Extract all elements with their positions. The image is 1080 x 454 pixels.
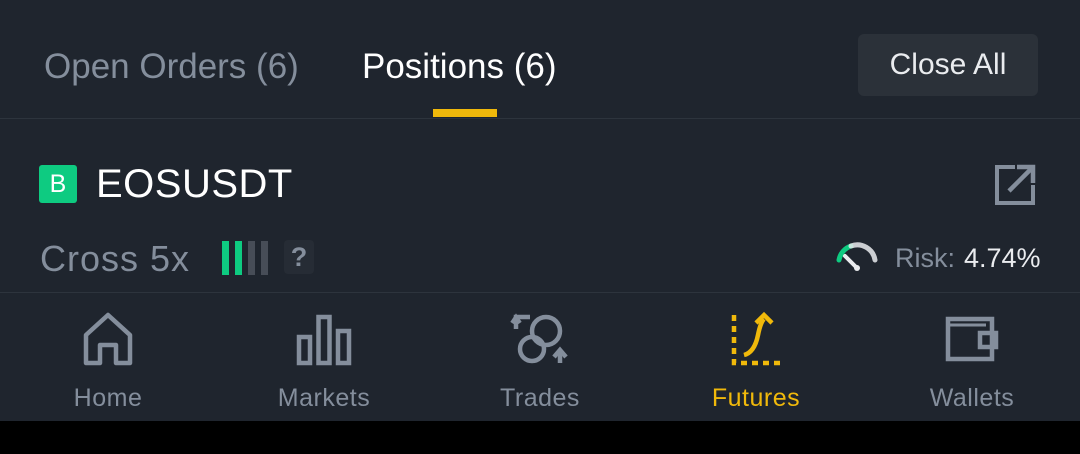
nav-label: Markets bbox=[277, 384, 371, 412]
share-icon[interactable] bbox=[992, 162, 1038, 208]
home-icon bbox=[83, 312, 133, 366]
help-icon[interactable]: ? bbox=[284, 240, 314, 274]
wallet-icon bbox=[945, 316, 999, 362]
exchange-icon bbox=[510, 313, 568, 364]
nav-item-trades[interactable]: Trades bbox=[432, 293, 648, 421]
tab-open-orders[interactable]: Open Orders (6) bbox=[44, 44, 299, 90]
gauge-icon bbox=[836, 242, 878, 271]
nav-item-markets[interactable]: Markets bbox=[216, 293, 432, 421]
leverage-bar bbox=[222, 241, 229, 275]
leverage-bar bbox=[248, 241, 255, 275]
bar-chart-icon bbox=[296, 314, 352, 366]
leverage-bars-icon bbox=[222, 241, 272, 275]
tab-positions[interactable]: Positions (6) bbox=[362, 44, 557, 90]
nav-label: Wallets bbox=[929, 384, 1015, 412]
leverage-bar bbox=[235, 241, 242, 275]
nav-label: Trades bbox=[500, 384, 580, 412]
bottom-nav: Home Markets Trades Futures Wallets bbox=[0, 293, 1080, 421]
nav-label: Home bbox=[73, 384, 143, 412]
close-all-button[interactable]: Close All bbox=[858, 34, 1038, 96]
margin-mode-leverage[interactable]: Cross 5x bbox=[40, 236, 190, 282]
tabs-divider bbox=[0, 118, 1080, 119]
position-symbol[interactable]: EOSUSDT bbox=[96, 158, 293, 210]
risk-label: Risk: bbox=[895, 243, 955, 273]
buy-side-badge: B bbox=[39, 165, 77, 203]
futures-icon bbox=[731, 311, 780, 366]
active-tab-indicator bbox=[433, 109, 497, 117]
risk-value: 4.74% bbox=[964, 243, 1041, 273]
futures-app-screen: Open Orders (6) Positions (6) Close All … bbox=[0, 0, 1080, 421]
orders-tab-bar: Open Orders (6) Positions (6) Close All bbox=[0, 0, 1080, 118]
nav-item-futures[interactable]: Futures bbox=[648, 293, 864, 421]
nav-item-wallets[interactable]: Wallets bbox=[864, 293, 1080, 421]
nav-label: Futures bbox=[711, 384, 801, 412]
leverage-bar bbox=[261, 241, 268, 275]
nav-item-home[interactable]: Home bbox=[0, 293, 216, 421]
